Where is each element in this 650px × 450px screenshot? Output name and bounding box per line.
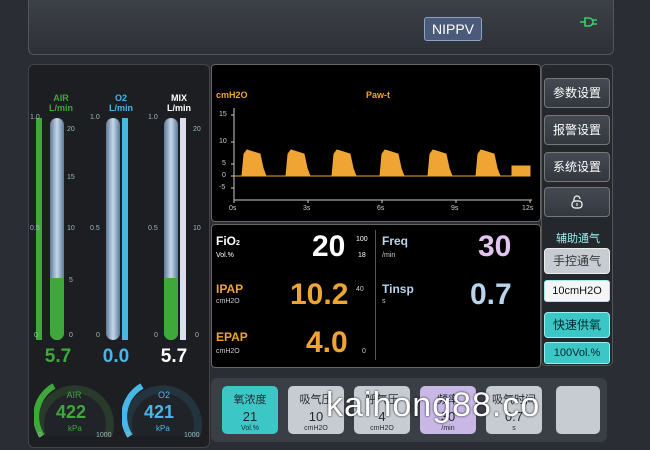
o2-flow-tube [106,118,120,340]
y-tick: 5 [222,160,226,167]
ipap-label: IPAP [216,282,244,296]
freq-unit: /min [382,252,396,259]
air-gauge-label: AIR [66,390,82,400]
epap-unit: cmH2O [216,348,240,355]
divider [375,230,376,360]
mix-flow-value: 5.7 [160,346,188,367]
scale-tick: 10 [67,225,75,232]
x-tick: 3s [303,205,311,212]
x-tick: 0s [229,205,237,212]
scale-tick: 0 [154,332,158,339]
scale-tick: 0 [34,332,38,339]
scale-tick: 0 [195,332,199,339]
assist-ventilation-title: 辅助通气 [556,233,600,245]
air-flow-title: AIR L/min [49,93,73,113]
scale-tick: 0 [96,332,100,339]
o2-scale-bar [122,118,128,340]
ipap-high-limit: 40 [356,286,364,293]
fio2-low-limit: 18 [358,252,366,259]
mix-flow-title: MIX L/min [167,93,191,113]
gauge-max: 1000 [96,432,112,439]
manual-ventilation-value: 10cmH2O [544,280,610,302]
y-tick: -5 [219,184,226,191]
scale-tick: 20 [193,126,201,133]
scale-tick: 0.5 [90,225,100,232]
scale-tick: 5 [69,277,73,284]
tinsp-label: Tinsp [382,282,414,296]
tile-oxygen-concentration[interactable]: 氧浓度 21 Vol.% [222,386,278,434]
x-tick: 9s [451,205,459,212]
plug-icon [578,14,598,30]
air-flow-value: 5.7 [44,346,72,367]
ipap-value: 10.2 [290,278,349,311]
scale-tick: 0.5 [148,225,158,232]
mix-scale-bar [180,118,186,340]
system-settings-button[interactable]: 系统设置 [544,152,610,182]
air-pressure-value: 422 [56,402,87,422]
paw-waveform [212,100,538,218]
waveform-title: Paw-t [366,90,391,100]
o2-pressure-unit: kPa [156,424,170,433]
o2-gauge-label: O2 [157,390,170,400]
x-tick: 6s [377,205,385,212]
scale-tick: 10 [193,225,201,232]
watermark-text: kaihong88.co [326,386,541,424]
fio2-unit: Vol.% [216,252,234,259]
x-tick: 12s [522,205,534,212]
epap-value: 4.0 [306,326,348,359]
freq-value: 30 [478,230,512,263]
top-bar [28,0,614,55]
scale-tick: 20 [67,126,75,133]
ventilation-mode-badge[interactable]: NIPPV [424,17,482,41]
fio2-label: FiO2 [216,234,240,248]
scale-tick: 0 [69,332,73,339]
scale-tick: 1.0 [148,114,158,121]
scale-tick: 0.5 [30,225,40,232]
y-tick: 15 [219,111,227,118]
scale-tick: 15 [67,174,75,181]
gauge-max: 1000 [184,432,200,439]
epap-low-limit: 0 [362,348,366,355]
tinsp-unit: s [382,298,386,305]
quick-oxygen-button[interactable]: 快速供氧 [544,312,610,338]
fio2-value: 20 [312,230,346,263]
epap-label: EPAP [216,330,248,344]
gauge-min: 0 [126,432,130,439]
manual-ventilation-button[interactable]: 手控通气 [544,248,610,274]
standby-button[interactable] [556,386,600,434]
y-tick: 10 [219,138,227,145]
air-flow-tube [50,118,64,340]
gauge-min: 0 [38,432,42,439]
mix-flow-tube [164,118,178,340]
quick-oxygen-value: 100Vol.% [544,342,610,364]
scale-tick: 1.0 [30,114,40,121]
freq-label: Freq [382,234,409,248]
alarm-settings-button[interactable]: 报警设置 [544,115,610,145]
lock-button[interactable] [544,187,610,217]
lock-icon [570,195,584,212]
parameter-settings-button[interactable]: 参数设置 [544,78,610,108]
ipap-unit: cmH2O [216,298,240,305]
tinsp-value: 0.7 [470,278,512,311]
o2-pressure-value: 421 [144,402,175,422]
o2-flow-title: O2 L/min [109,93,133,113]
air-pressure-unit: kPa [68,424,82,433]
fio2-high-limit: 100 [356,236,368,243]
waveform-unit: cmH2O [216,90,248,100]
scale-tick: 1.0 [90,114,100,121]
o2-flow-value: 0.0 [102,346,130,367]
y-tick: 0 [222,172,226,179]
